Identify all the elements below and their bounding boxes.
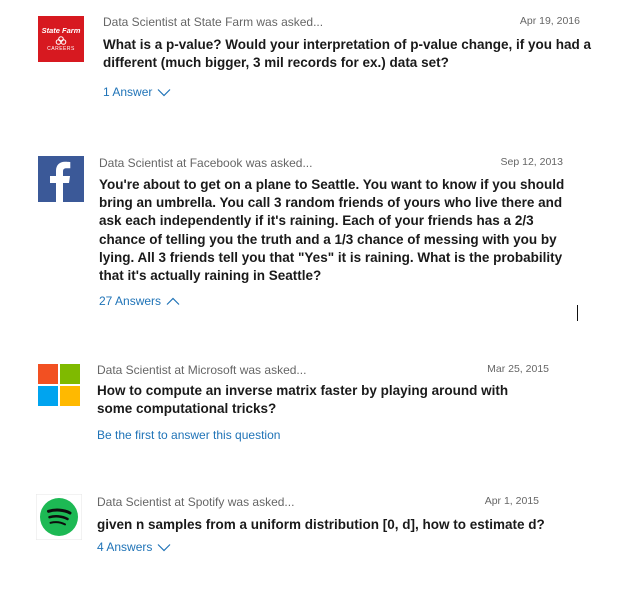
question-date: Sep 12, 2013 <box>500 156 563 168</box>
text-cursor <box>577 305 578 321</box>
answer-prompt-link[interactable]: Be the first to answer this question <box>97 428 280 442</box>
chevron-down-icon <box>157 88 171 96</box>
question-text[interactable]: You're about to get on a plane to Seattl… <box>99 176 569 285</box>
spotify-logo[interactable] <box>35 493 83 541</box>
state-farm-logo-text: State Farm <box>41 26 81 35</box>
microsoft-windows-icon <box>38 364 80 406</box>
answers-toggle[interactable]: 4 Answers <box>97 540 171 554</box>
answer-prompt-label: Be the first to answer this question <box>97 428 281 442</box>
state-farm-careers-text: CAREERS <box>47 46 75 52</box>
question-meta: Data Scientist at State Farm was asked..… <box>103 15 324 29</box>
question-meta: Data Scientist at Microsoft was asked... <box>97 363 307 377</box>
question-text[interactable]: given n samples from a uniform distribut… <box>97 516 567 534</box>
facebook-f-icon <box>50 161 71 202</box>
state-farm-rings-icon <box>55 36 67 45</box>
answers-count: 1 Answer <box>103 85 153 99</box>
question-date: Mar 25, 2015 <box>487 363 549 375</box>
question-text[interactable]: What is a p-value? Would your interpreta… <box>103 36 593 72</box>
question-text[interactable]: How to compute an inverse matrix faster … <box>97 382 547 418</box>
question-date: Apr 19, 2016 <box>519 15 580 27</box>
answers-count: 4 Answers <box>97 540 153 554</box>
answers-toggle[interactable]: 1 Answer <box>103 85 171 99</box>
question-date: Apr 1, 2015 <box>484 495 539 507</box>
question-card: Data Scientist at Microsoft was asked...… <box>0 355 626 455</box>
question-card: Data Scientist at Spotify was asked... A… <box>0 485 626 585</box>
question-card: Data Scientist at Facebook was asked... … <box>0 150 626 320</box>
question-meta: Data Scientist at Facebook was asked... <box>99 156 313 170</box>
spotify-icon <box>35 493 83 541</box>
facebook-logo[interactable] <box>38 156 84 202</box>
state-farm-logo[interactable]: State Farm CAREERS <box>38 16 84 62</box>
microsoft-logo[interactable] <box>38 364 80 406</box>
chevron-down-icon <box>157 543 171 551</box>
question-card: State Farm CAREERS Data Scientist at Sta… <box>0 0 626 120</box>
answers-toggle[interactable]: 27 Answers <box>99 294 180 308</box>
chevron-up-icon <box>166 297 180 305</box>
answers-count: 27 Answers <box>99 294 162 308</box>
question-meta: Data Scientist at Spotify was asked... <box>97 495 295 509</box>
